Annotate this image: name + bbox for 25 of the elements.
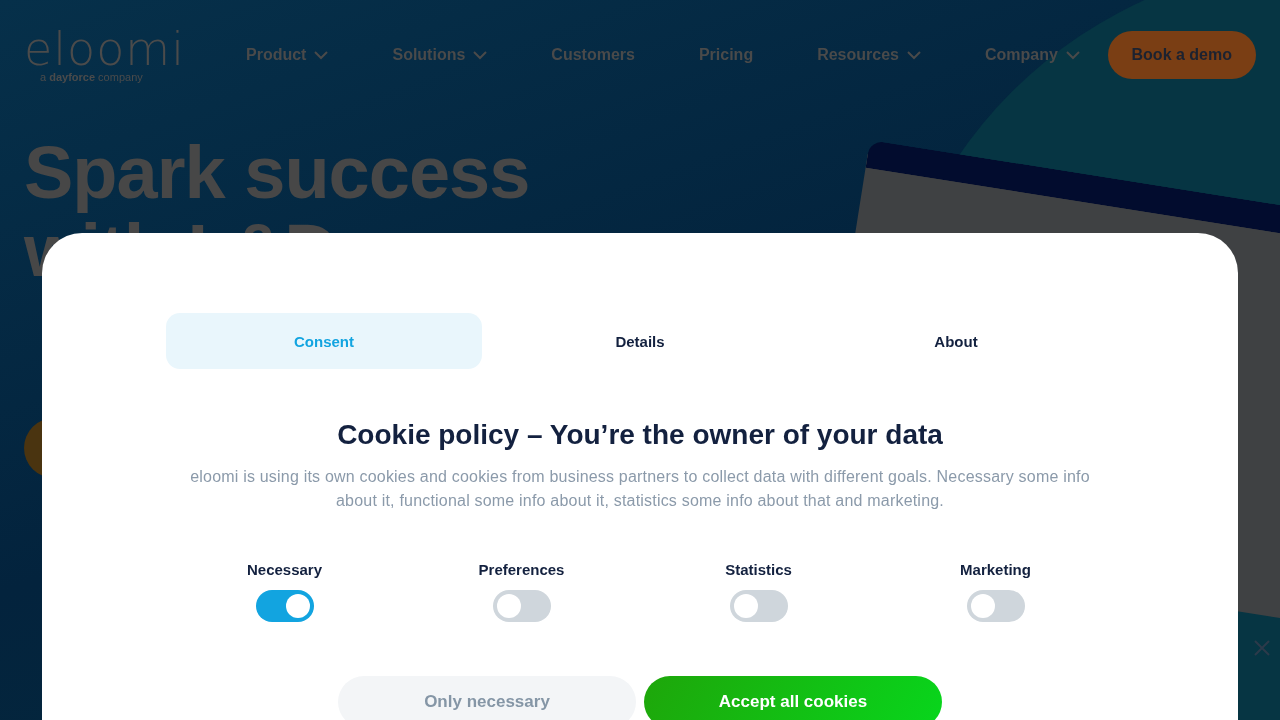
nav-link[interactable]: Company bbox=[985, 46, 1080, 64]
nav-link[interactable]: Solutions bbox=[392, 46, 488, 64]
nav-link[interactable]: Customers bbox=[551, 46, 635, 64]
dialog-tab[interactable]: About bbox=[798, 313, 1114, 369]
book-demo-button[interactable]: Book a demo bbox=[1107, 31, 1256, 79]
logo-tagline: a dayforce company bbox=[40, 71, 143, 83]
dialog-tab[interactable]: Consent bbox=[166, 313, 482, 369]
nav-link[interactable]: Product bbox=[246, 46, 329, 64]
category-label: Necessary bbox=[246, 561, 323, 578]
only-necessary-button[interactable]: Only necessary bbox=[338, 676, 636, 720]
close-icon[interactable] bbox=[1252, 638, 1272, 658]
dialog-description: eloomi is using its own cookies and cookies from business partners to collect data with different goals. Necessary some info about it, functional some info about it, statistics some info about that and marketing. bbox=[189, 467, 1091, 511]
category-toggle[interactable] bbox=[729, 590, 788, 622]
nav-link[interactable]: Resources bbox=[817, 46, 921, 64]
category-label: Marketing bbox=[960, 561, 1031, 578]
category-toggle[interactable] bbox=[255, 590, 314, 622]
dialog-title: Cookie policy – You’re the owner of your data bbox=[337, 419, 943, 451]
category-toggle[interactable] bbox=[492, 590, 551, 622]
dialog-tab[interactable]: Details bbox=[482, 313, 798, 369]
category-toggle[interactable] bbox=[966, 590, 1025, 622]
logo-wordmark[interactable]: eloomi bbox=[24, 27, 185, 71]
category-label: Statistics bbox=[725, 561, 792, 578]
nav-link[interactable]: Pricing bbox=[698, 46, 754, 64]
category-label: Preferences bbox=[478, 561, 565, 578]
accept-all-button[interactable]: Accept all cookies bbox=[644, 676, 942, 720]
